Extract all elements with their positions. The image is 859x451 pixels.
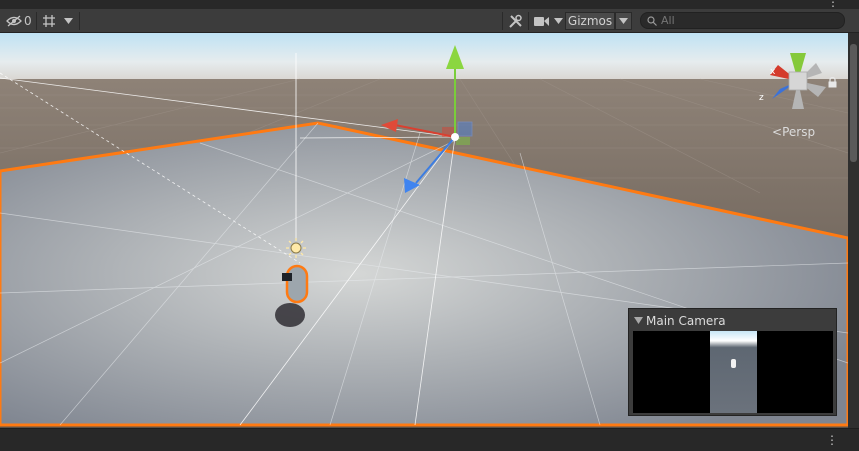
- projection-label: Persp: [782, 125, 816, 139]
- projection-toggle[interactable]: <Persp: [772, 125, 815, 139]
- svg-text:z: z: [759, 93, 764, 103]
- scene-viewport[interactable]: x z <Persp Main Camera: [0, 33, 848, 428]
- chevron-down-icon: [64, 18, 73, 24]
- kebab-menu-icon[interactable]: ⋮: [827, 0, 839, 8]
- search-icon: [647, 15, 657, 26]
- gizmos-dropdown[interactable]: [615, 12, 632, 30]
- tools-icon: [509, 14, 522, 28]
- camera-settings-button[interactable]: [534, 12, 563, 30]
- scene-visibility-toggle[interactable]: 0: [6, 12, 32, 30]
- chevron-down-icon: [554, 18, 563, 24]
- kebab-menu-icon[interactable]: ⋮: [826, 433, 838, 447]
- svg-text:x: x: [770, 67, 776, 77]
- separator: [36, 12, 37, 30]
- separator: [502, 12, 503, 30]
- foldout-triangle-icon[interactable]: [634, 317, 643, 324]
- back-arrow-icon: <: [772, 125, 783, 139]
- search-input[interactable]: [657, 14, 831, 27]
- camera-preview-image: [633, 331, 833, 413]
- camera-preview-view: [633, 331, 833, 413]
- camera-preview-title: Main Camera: [646, 314, 726, 328]
- grid-icon: [43, 15, 55, 27]
- separator: [528, 12, 529, 30]
- hidden-count: 0: [24, 14, 32, 28]
- grid-toggle[interactable]: [42, 12, 56, 30]
- chevron-down-icon: [619, 18, 628, 24]
- search-box[interactable]: [640, 12, 845, 29]
- bottom-panel-header: ⋮: [0, 428, 859, 451]
- camera-icon: [534, 16, 549, 26]
- tools-toggle[interactable]: [508, 12, 523, 30]
- gizmos-button[interactable]: Gizmos: [565, 12, 615, 30]
- lock-icon[interactable]: [828, 76, 837, 91]
- visibility-icon: [6, 15, 22, 27]
- scene-toolbar: 0 Gizmos: [0, 9, 859, 33]
- gizmos-label: Gizmos: [567, 14, 613, 28]
- grid-dropdown[interactable]: [64, 12, 73, 30]
- camera-preview-panel: Main Camera: [628, 308, 837, 416]
- light-icon: [286, 238, 306, 258]
- scrollbar-thumb[interactable]: [850, 44, 857, 162]
- top-strip: ⋮: [0, 0, 859, 9]
- separator: [79, 12, 80, 30]
